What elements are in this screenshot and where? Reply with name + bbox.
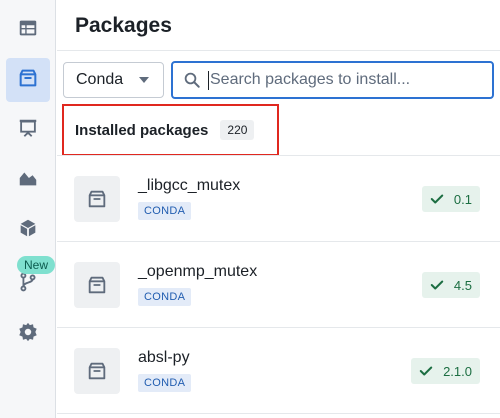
check-icon [419,366,433,376]
package-row[interactable]: _libgcc_mutex CONDA 0.1 [57,156,500,242]
area-chart-icon [17,167,39,194]
package-name: _libgcc_mutex [138,177,241,194]
sidebar-item-presentation[interactable] [6,108,50,152]
new-badge: New [17,256,55,274]
text-cursor [208,71,209,90]
installed-packages-header: Installed packages 220 [62,104,279,156]
package-version-badge: 4.5 [421,272,480,298]
package-version: 2.1.0 [443,363,472,379]
package-icon [74,176,120,222]
gear-icon [17,321,39,348]
installed-count-badge: 220 [220,120,255,140]
page-title: Packages [75,14,172,37]
sidebar: New [0,0,56,418]
sidebar-item-cube[interactable] [6,208,50,252]
package-name: absl-py [138,349,190,366]
installed-packages-label: Installed packages [75,121,209,139]
package-icon [17,67,39,94]
presentation-icon [17,117,39,144]
search-icon [184,72,200,88]
header-divider [57,50,500,51]
search-input[interactable] [210,69,485,91]
check-icon [430,194,444,204]
package-version: 0.1 [453,191,472,207]
cube-icon [17,217,39,244]
check-icon [430,280,444,290]
package-version-badge: 0.1 [421,186,480,212]
table-icon [17,17,39,44]
sidebar-item-table[interactable] [6,8,50,52]
package-channel-tag: CONDA [138,374,192,392]
sidebar-item-settings[interactable] [6,312,50,356]
package-version-badge: 2.1.0 [411,358,480,384]
search-box[interactable] [171,61,494,99]
package-icon [74,348,120,394]
package-channel-tag: CONDA [138,288,192,306]
package-name: _openmp_mutex [138,263,258,280]
package-version: 4.5 [453,277,472,293]
package-row[interactable]: _openmp_mutex CONDA 4.5 [57,242,500,328]
caret-down-icon [139,77,149,83]
packages-panel: Packages Conda Installed packages 220 _l… [57,0,500,418]
git-branch-icon [17,271,39,298]
sidebar-item-packages[interactable] [6,58,50,102]
sidebar-item-area-chart[interactable] [6,158,50,202]
source-select-value: Conda [76,71,124,88]
package-channel-tag: CONDA [138,202,192,220]
source-select[interactable]: Conda [63,62,164,98]
package-row[interactable]: absl-py CONDA 2.1.0 [57,328,500,414]
package-icon [74,262,120,308]
